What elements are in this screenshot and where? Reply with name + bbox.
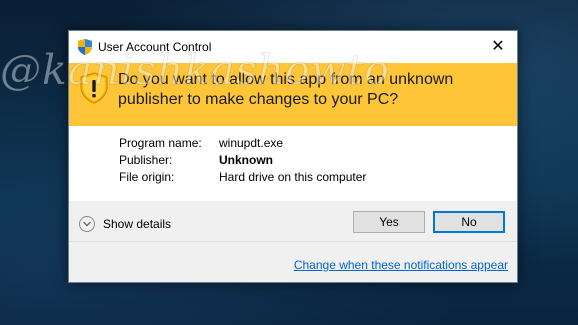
banner-question: Do you want to allow this app from an un… xyxy=(118,71,454,108)
change-notifications-link[interactable]: Change when these notifications appear xyxy=(294,258,508,272)
detail-value: Hard drive on this computer xyxy=(219,170,367,184)
uac-shield-icon xyxy=(78,39,92,55)
chevron-down-icon xyxy=(79,216,95,232)
window-title: User Account Control xyxy=(98,40,212,54)
close-icon: ✕ xyxy=(491,38,505,55)
detail-label: Publisher: xyxy=(119,153,173,167)
detail-value: Unknown xyxy=(219,153,273,167)
detail-label: File origin: xyxy=(119,170,175,184)
close-button[interactable]: ✕ xyxy=(485,35,511,59)
footer-divider xyxy=(69,241,517,242)
warning-banner: Do you want to allow this app from an un… xyxy=(69,63,517,126)
dialog-footer: Show details Yes No Change when these no… xyxy=(69,201,517,282)
title-bar: User Account Control ✕ xyxy=(69,31,517,63)
warning-shield-icon xyxy=(80,72,108,104)
uac-dialog: User Account Control ✕ Do you want to al… xyxy=(68,30,518,283)
yes-button[interactable]: Yes xyxy=(353,211,425,233)
show-details-label: Show details xyxy=(103,217,172,231)
detail-label: Program name: xyxy=(119,136,202,150)
detail-value: winupdt.exe xyxy=(219,136,284,150)
no-button[interactable]: No xyxy=(433,211,505,233)
